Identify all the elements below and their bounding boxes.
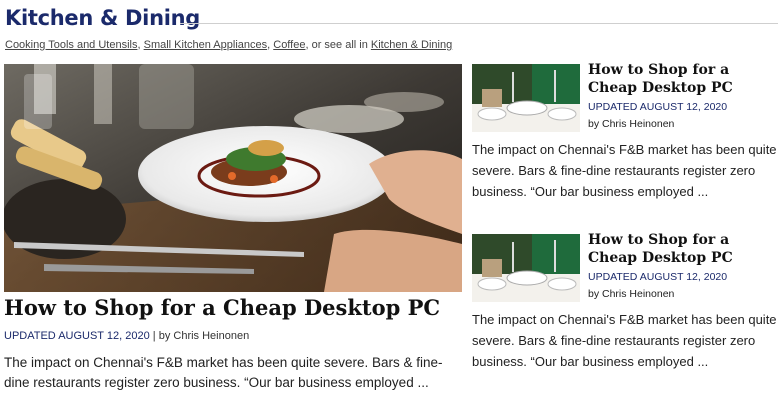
side-article-title[interactable]: How to Shop for a Cheap Desktop PC — [588, 61, 778, 97]
author-byline: by Chris Heinonen — [588, 118, 675, 130]
updated-date: UPDATED AUGUST 12, 2020 — [588, 101, 728, 113]
see-all-link[interactable]: Kitchen & Dining — [371, 39, 452, 51]
subnav-link-small-appliances[interactable]: Small Kitchen Appliances — [144, 39, 268, 51]
main-article-title[interactable]: How to Shop for a Cheap Desktop PC — [4, 295, 464, 320]
author-byline: by Chris Heinonen — [588, 288, 675, 300]
side-article-title[interactable]: How to Shop for a Cheap Desktop PC — [588, 231, 778, 267]
side-article-excerpt: The impact on Chennai's F&B market has b… — [472, 142, 777, 199]
subnav-link-cooking-tools[interactable]: Cooking Tools and Utensils — [5, 39, 137, 51]
side-article-excerpt: The impact on Chennai's F&B market has b… — [472, 312, 777, 369]
updated-date: UPDATED AUGUST 12, 2020 — [4, 330, 150, 342]
see-all-prefix: , or see all in — [305, 39, 371, 51]
divider — [180, 23, 778, 24]
updated-date: UPDATED AUGUST 12, 2020 — [588, 271, 728, 283]
subnav-link-coffee[interactable]: Coffee — [273, 39, 305, 51]
meta-separator: | — [149, 330, 159, 342]
author-byline: by Chris Heinonen — [158, 330, 250, 342]
main-article-image[interactable] — [4, 64, 462, 292]
main-article-meta: UPDATED AUGUST 12, 2020 | by Chris Heino… — [4, 330, 249, 342]
side-article-thumbnail[interactable] — [472, 64, 580, 132]
subcategory-nav: Cooking Tools and Utensils, Small Kitche… — [5, 39, 452, 51]
section-title: Kitchen & Dining — [5, 6, 200, 30]
side-article-thumbnail[interactable] — [472, 234, 580, 302]
main-article-excerpt: The impact on Chennai's F&B market has b… — [4, 355, 443, 390]
